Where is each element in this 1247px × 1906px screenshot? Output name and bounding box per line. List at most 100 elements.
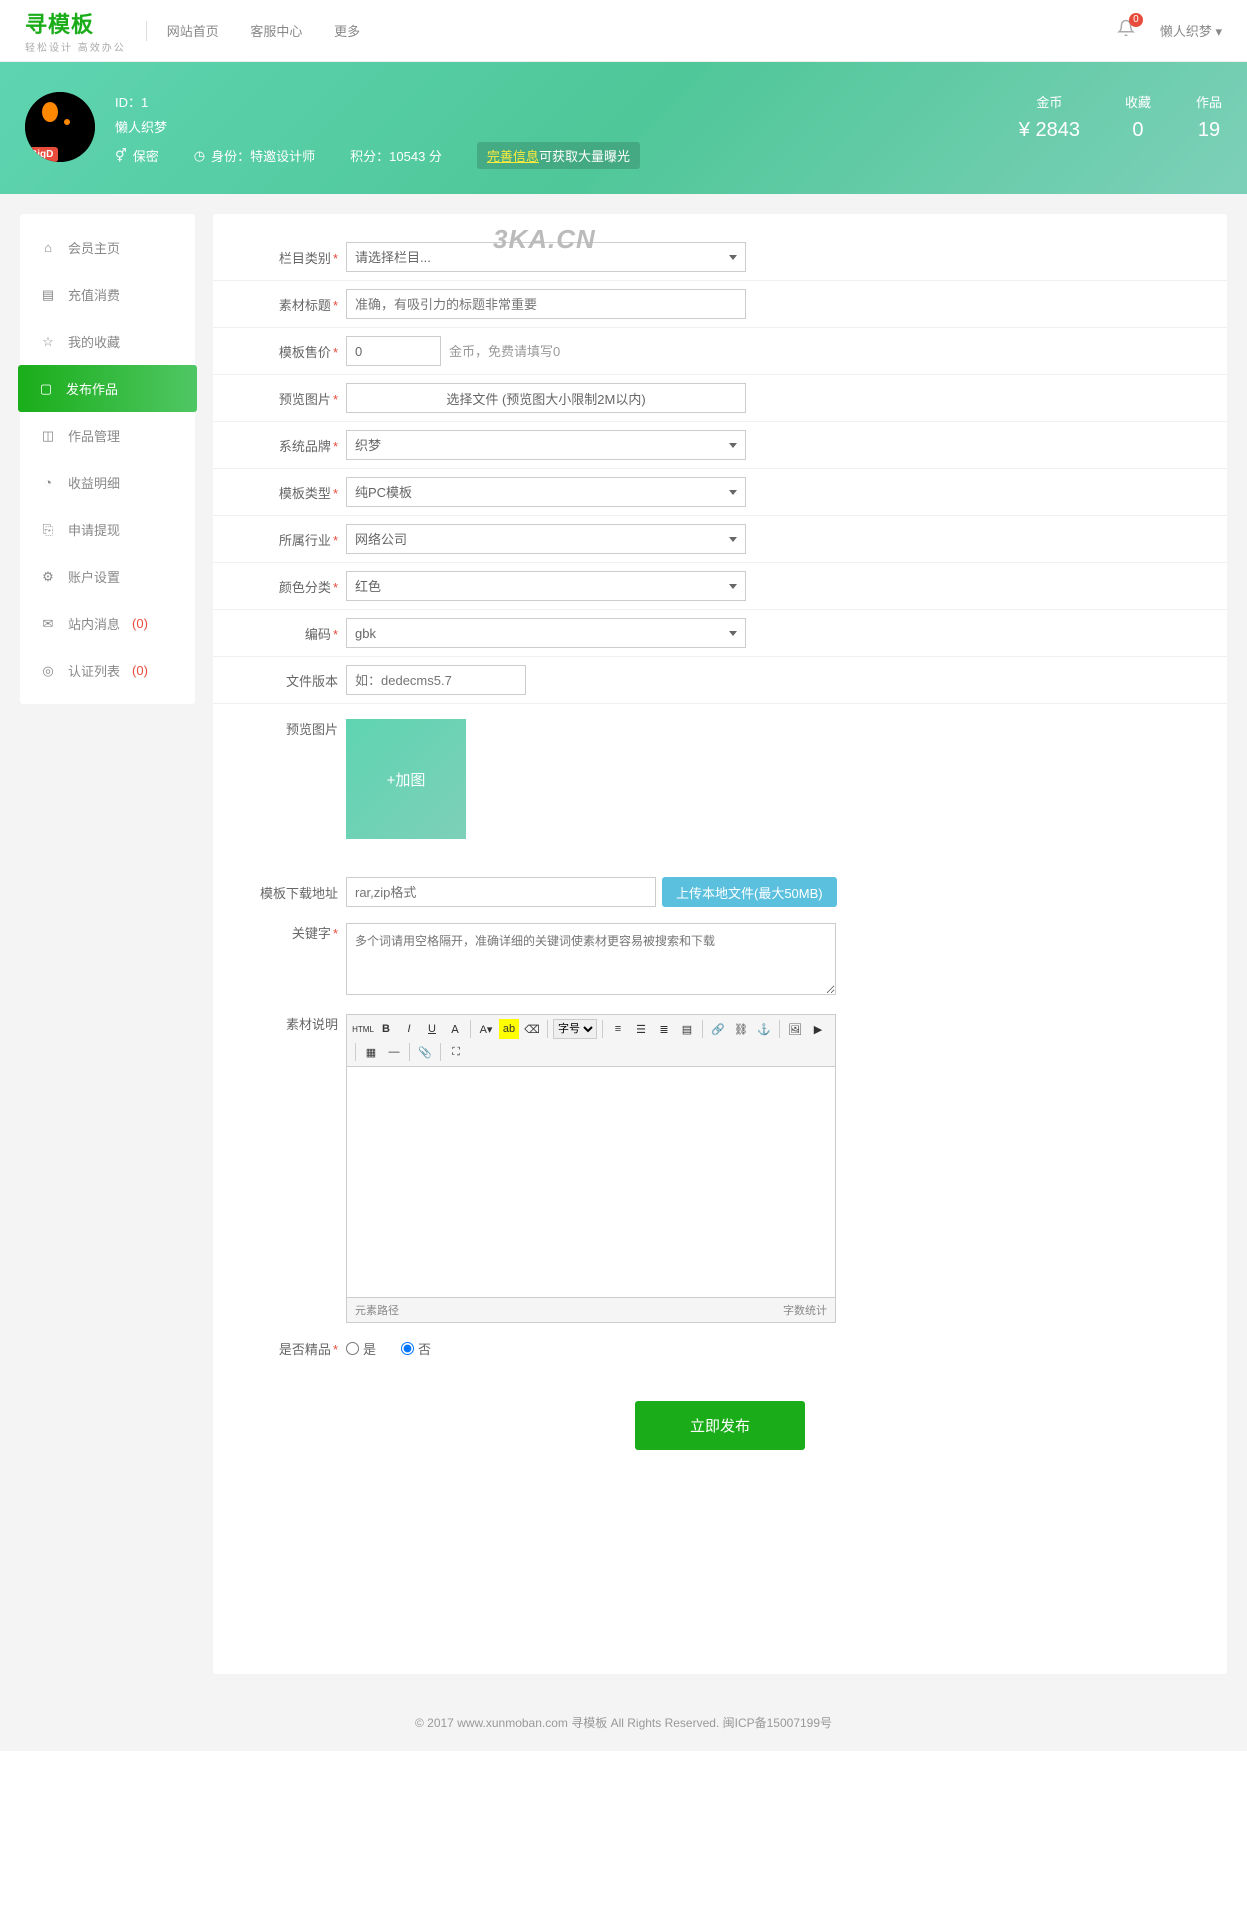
identity-item: ◷ 身份：特邀设计师 bbox=[194, 146, 315, 165]
top-header: 寻模板 轻松设计 高效办公 网站首页 客服中心 更多 0 懒人织梦 ▾ bbox=[0, 0, 1247, 62]
forecolor-icon[interactable]: A▾ bbox=[476, 1019, 496, 1039]
select-tpl-type[interactable]: 纯PC模板 bbox=[346, 477, 746, 507]
input-file-ver[interactable] bbox=[346, 665, 526, 695]
hr-icon[interactable]: — bbox=[384, 1042, 404, 1062]
perfect-info-link[interactable]: 完善信息 bbox=[487, 149, 539, 164]
nav-home[interactable]: 网站首页 bbox=[167, 24, 219, 39]
bell-badge: 0 bbox=[1129, 13, 1143, 27]
editor-toolbar: HTML B I U 𝖠 A▾ ab ⌫ 字号 ≡ ☰ bbox=[347, 1015, 835, 1067]
score-item: 积分：10543 分 bbox=[350, 146, 442, 165]
align-right-icon[interactable]: ≣ bbox=[654, 1019, 674, 1039]
nav-service[interactable]: 客服中心 bbox=[250, 24, 302, 39]
align-center-icon[interactable]: ☰ bbox=[631, 1019, 651, 1039]
align-left-icon[interactable]: ≡ bbox=[608, 1019, 628, 1039]
btn-choose-preview[interactable]: 选择文件 (预览图大小限制2M以内) bbox=[346, 383, 746, 413]
fullscreen-icon[interactable]: ⛶ bbox=[446, 1042, 466, 1062]
profile-banner: BigD ID：1 懒人织梦 ⚥ 保密 ◷ 身份：特邀设计师 积分：10543 … bbox=[0, 62, 1247, 194]
input-price[interactable] bbox=[346, 336, 441, 366]
badge-icon: ◎ bbox=[40, 663, 56, 679]
rich-text-editor: HTML B I U 𝖠 A▾ ab ⌫ 字号 ≡ ☰ bbox=[346, 1014, 836, 1323]
editor-body[interactable] bbox=[347, 1067, 835, 1297]
file-icon: ▢ bbox=[38, 381, 54, 397]
fontname-icon[interactable]: 𝖠 bbox=[445, 1019, 465, 1039]
input-title[interactable] bbox=[346, 289, 746, 319]
home-icon: ⌂ bbox=[40, 240, 56, 256]
sidebar: ⌂会员主页 ▤充值消费 ☆我的收藏 ▢发布作品 ◫作品管理 ◔收益明细 ⎘申请提… bbox=[20, 214, 195, 704]
eraser-icon[interactable]: ⌫ bbox=[522, 1019, 542, 1039]
sidebar-item-withdraw[interactable]: ⎘申请提现 bbox=[20, 506, 195, 553]
radio-featured-no[interactable]: 否 bbox=[401, 1339, 431, 1358]
label-desc: 素材说明 bbox=[243, 1014, 338, 1033]
label-brand: 系统品牌* bbox=[243, 436, 338, 455]
footer: © 2017 www.xunmoban.com 寻模板 All Rights R… bbox=[0, 1694, 1247, 1751]
label-color: 颜色分类* bbox=[243, 577, 338, 596]
stat-works[interactable]: 作品 19 bbox=[1196, 92, 1222, 142]
withdraw-icon: ⎘ bbox=[40, 522, 56, 538]
bold-icon[interactable]: B bbox=[376, 1019, 396, 1039]
link-icon[interactable]: 🔗 bbox=[708, 1019, 728, 1039]
align-justify-icon[interactable]: ▤ bbox=[677, 1019, 697, 1039]
attachment-icon[interactable]: 📎 bbox=[415, 1042, 435, 1062]
sidebar-item-messages[interactable]: ✉站内消息(0) bbox=[20, 600, 195, 647]
editor-wordcount[interactable]: 字数统计 bbox=[783, 1302, 827, 1318]
avatar[interactable]: BigD bbox=[25, 92, 95, 162]
user-nickname: 懒人织梦 bbox=[115, 117, 640, 136]
select-brand[interactable]: 织梦 bbox=[346, 430, 746, 460]
nav-divider bbox=[146, 21, 147, 41]
user-id: ID：1 bbox=[115, 92, 640, 111]
label-tpl-type: 模板类型* bbox=[243, 483, 338, 502]
form-panel: 3KA.CN 栏目类别* 请选择栏目... 素材标题* 模板售价* 金币，免费请… bbox=[213, 214, 1227, 1674]
nav-more[interactable]: 更多 bbox=[334, 24, 360, 39]
label-keywords: 关键字* bbox=[243, 923, 338, 942]
video-icon[interactable]: ▶ bbox=[808, 1019, 828, 1039]
italic-icon[interactable]: I bbox=[399, 1019, 419, 1039]
add-image-button[interactable]: +加图 bbox=[346, 719, 466, 839]
label-preview-file: 预览图片* bbox=[243, 389, 338, 408]
main-area: ⌂会员主页 ▤充值消费 ☆我的收藏 ▢发布作品 ◫作品管理 ◔收益明细 ⎘申请提… bbox=[0, 194, 1247, 1694]
select-industry[interactable]: 网络公司 bbox=[346, 524, 746, 554]
nav-links: 网站首页 客服中心 更多 bbox=[167, 21, 388, 40]
input-download-url[interactable] bbox=[346, 877, 656, 907]
notification-bell-icon[interactable]: 0 bbox=[1117, 19, 1135, 42]
stat-gold[interactable]: 金币 ¥ 2843 bbox=[1019, 92, 1080, 142]
sidebar-item-home[interactable]: ⌂会员主页 bbox=[20, 224, 195, 271]
unlink-icon[interactable]: ⛓ bbox=[731, 1019, 751, 1039]
anchor-icon[interactable]: ⚓ bbox=[754, 1019, 774, 1039]
wallet-icon: ▤ bbox=[40, 287, 56, 303]
mail-icon: ✉ bbox=[40, 616, 56, 632]
label-preview-imgs: 预览图片 bbox=[243, 719, 338, 738]
avatar-badge: BigD bbox=[25, 147, 58, 162]
label-file-ver: 文件版本 bbox=[243, 671, 338, 690]
html-icon[interactable]: HTML bbox=[353, 1019, 373, 1039]
textarea-keywords[interactable] bbox=[346, 923, 836, 995]
editor-path[interactable]: 元素路径 bbox=[355, 1302, 399, 1318]
submit-button[interactable]: 立即发布 bbox=[635, 1401, 805, 1450]
watermark: 3KA.CN bbox=[493, 224, 596, 255]
stat-favorites[interactable]: 收藏 0 bbox=[1125, 92, 1151, 142]
label-title: 素材标题* bbox=[243, 295, 338, 314]
sidebar-item-certs[interactable]: ◎认证列表(0) bbox=[20, 647, 195, 694]
label-download: 模板下载地址 bbox=[243, 883, 338, 902]
sidebar-item-manage[interactable]: ◫作品管理 bbox=[20, 412, 195, 459]
sidebar-item-earnings[interactable]: ◔收益明细 bbox=[20, 459, 195, 506]
select-encoding[interactable]: gbk bbox=[346, 618, 746, 648]
upload-local-button[interactable]: 上传本地文件(最大50MB) bbox=[662, 877, 837, 907]
label-price: 模板售价* bbox=[243, 342, 338, 361]
backcolor-icon[interactable]: ab bbox=[499, 1019, 519, 1039]
logo[interactable]: 寻模板 轻松设计 高效办公 bbox=[25, 7, 126, 54]
gear-icon: ⚙ bbox=[40, 569, 56, 585]
table-icon[interactable]: ▦ bbox=[361, 1042, 381, 1062]
sidebar-item-favorites[interactable]: ☆我的收藏 bbox=[20, 318, 195, 365]
fontsize-select[interactable]: 字号 bbox=[553, 1019, 597, 1039]
radio-featured-yes[interactable]: 是 bbox=[346, 1339, 376, 1358]
user-dropdown[interactable]: 懒人织梦 ▾ bbox=[1160, 21, 1222, 40]
sidebar-item-publish[interactable]: ▢发布作品 bbox=[18, 365, 197, 412]
sidebar-item-recharge[interactable]: ▤充值消费 bbox=[20, 271, 195, 318]
underline-icon[interactable]: U bbox=[422, 1019, 442, 1039]
image-icon[interactable]: 🖼 bbox=[785, 1019, 805, 1039]
label-featured: 是否精品* bbox=[243, 1339, 338, 1358]
sidebar-item-settings[interactable]: ⚙账户设置 bbox=[20, 553, 195, 600]
label-encoding: 编码* bbox=[243, 624, 338, 643]
folder-icon: ◫ bbox=[40, 428, 56, 444]
select-color[interactable]: 红色 bbox=[346, 571, 746, 601]
